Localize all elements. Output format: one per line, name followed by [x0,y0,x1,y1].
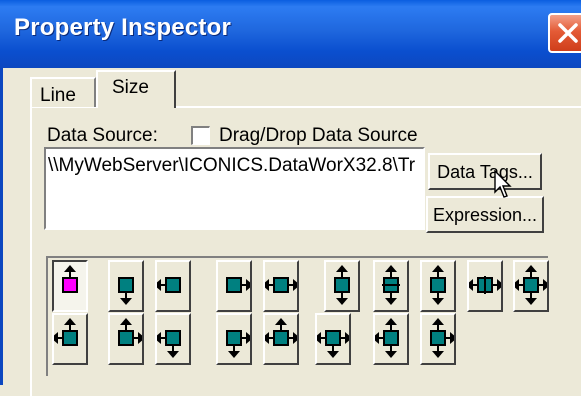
arrows-vertical-icon [334,265,350,305]
arrows-vertical-right-icon [430,318,454,358]
size-mode-button-arrow-down[interactable] [108,260,144,312]
arrows-left-down-icon [157,330,181,358]
data-tags-button[interactable]: Data Tags... [428,153,542,190]
title-bar[interactable]: Property Inspector [0,0,581,68]
size-mode-button-arrows-vertical-outer[interactable] [420,260,456,312]
arrows-horizontal-down-icon [317,330,349,358]
size-mode-button-arrows-horizontal[interactable] [263,260,299,312]
size-mode-button-arrows-left-up[interactable] [52,313,88,365]
close-icon [558,23,578,43]
size-mode-button-arrows-right-down[interactable] [216,313,252,365]
tab-line[interactable]: Line [30,77,96,107]
size-mode-button-arrow-left[interactable] [155,260,191,312]
size-mode-button-arrows-horizontal-down[interactable] [315,313,351,365]
size-mode-button-arrow-up[interactable] [52,260,88,312]
size-mode-button-arrows-vertical[interactable] [324,260,360,312]
size-mode-button-arrows-vertical-left[interactable] [373,313,409,365]
arrows-all-icon [515,265,547,305]
tab-line-label: Line [40,85,76,106]
size-mode-button-arrows-vertical-center[interactable] [373,260,409,312]
mouse-cursor-icon [494,170,512,198]
arrows-right-down-icon [226,330,250,358]
arrow-right-icon [226,277,250,293]
size-mode-button-arrow-right[interactable] [216,260,252,312]
data-source-label: Data Source: [47,125,158,146]
arrows-vertical-outer-icon [430,265,446,305]
arrows-vertical-center-icon [382,265,400,305]
close-button[interactable] [548,13,581,53]
size-mode-button-arrows-left-down[interactable] [155,313,191,365]
arrow-down-icon [118,277,134,305]
arrow-left-icon [157,277,181,293]
size-mode-button-arrows-horizontal-center[interactable] [467,260,503,312]
arrows-vertical-left-icon [375,318,399,358]
data-source-field[interactable]: \\MyWebServer\ICONICS.DataWorX32.8\Tr [44,147,425,230]
arrow-up-icon [62,265,78,293]
size-mode-button-arrows-horizontal-up[interactable] [263,313,299,365]
size-mode-button-arrows-vertical-right[interactable] [420,313,456,365]
tab-size[interactable]: Size [96,70,176,108]
arrows-horizontal-center-icon [469,276,501,294]
property-inspector-window: Property Inspector Line Size Data Source… [0,0,581,396]
drag-drop-label: Drag/Drop Data Source [219,125,418,146]
arrows-horizontal-up-icon [265,318,297,346]
arrows-left-up-icon [54,318,78,346]
expression-button[interactable]: Expression... [426,196,544,233]
size-mode-button-arrows-all[interactable] [513,260,549,312]
arrows-right-up-icon [118,318,142,346]
tab-size-label: Size [112,77,149,98]
size-mode-button-arrows-right-up[interactable] [108,313,144,365]
window-title: Property Inspector [14,14,231,41]
arrows-horizontal-icon [265,277,297,293]
data-source-value: \\MyWebServer\ICONICS.DataWorX32.8\Tr [48,155,416,176]
drag-drop-checkbox[interactable] [191,126,210,145]
